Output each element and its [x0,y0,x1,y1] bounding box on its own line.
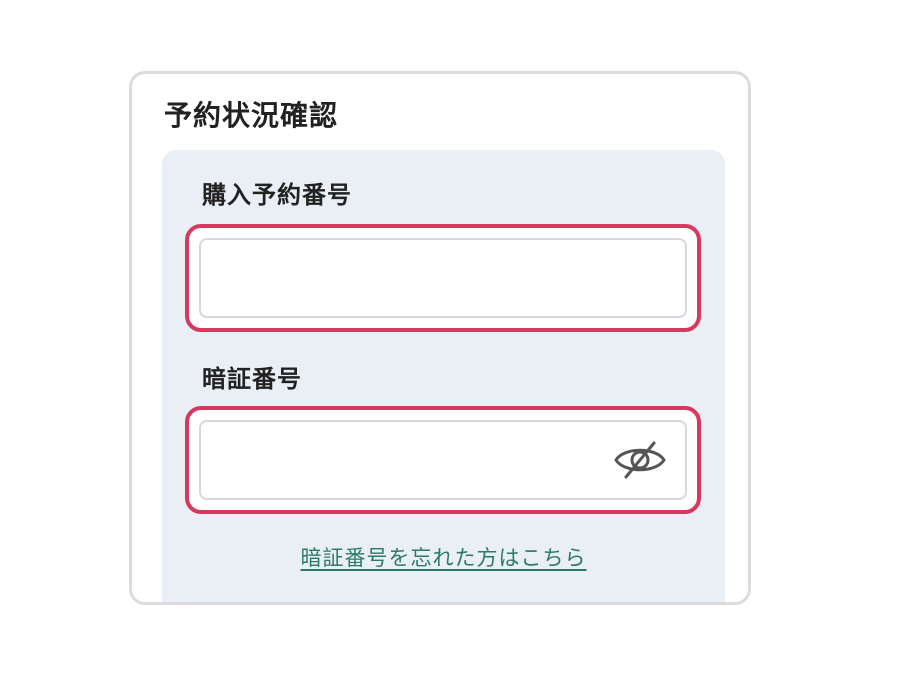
eye-slash-icon [614,441,666,479]
reservation-number-focus-ring [185,224,701,332]
reservation-number-input-box[interactable] [199,238,687,318]
reservation-number-input[interactable] [201,240,685,316]
show-password-toggle[interactable] [611,438,669,482]
pin-label: 暗証番号 [202,365,302,393]
reservation-number-label: 購入予約番号 [202,181,352,209]
form-panel: 購入予約番号 暗証番号 暗証番号を忘れた方はこちら [162,150,725,602]
pin-input-box[interactable] [199,420,687,500]
forgot-pin-link[interactable]: 暗証番号を忘れた方はこちら [162,544,725,572]
pin-focus-ring [185,406,701,514]
card-title: 予約状況確認 [164,99,339,132]
reservation-status-card: 予約状況確認 購入予約番号 暗証番号 暗証番号を忘れた方はこちら [129,71,751,605]
